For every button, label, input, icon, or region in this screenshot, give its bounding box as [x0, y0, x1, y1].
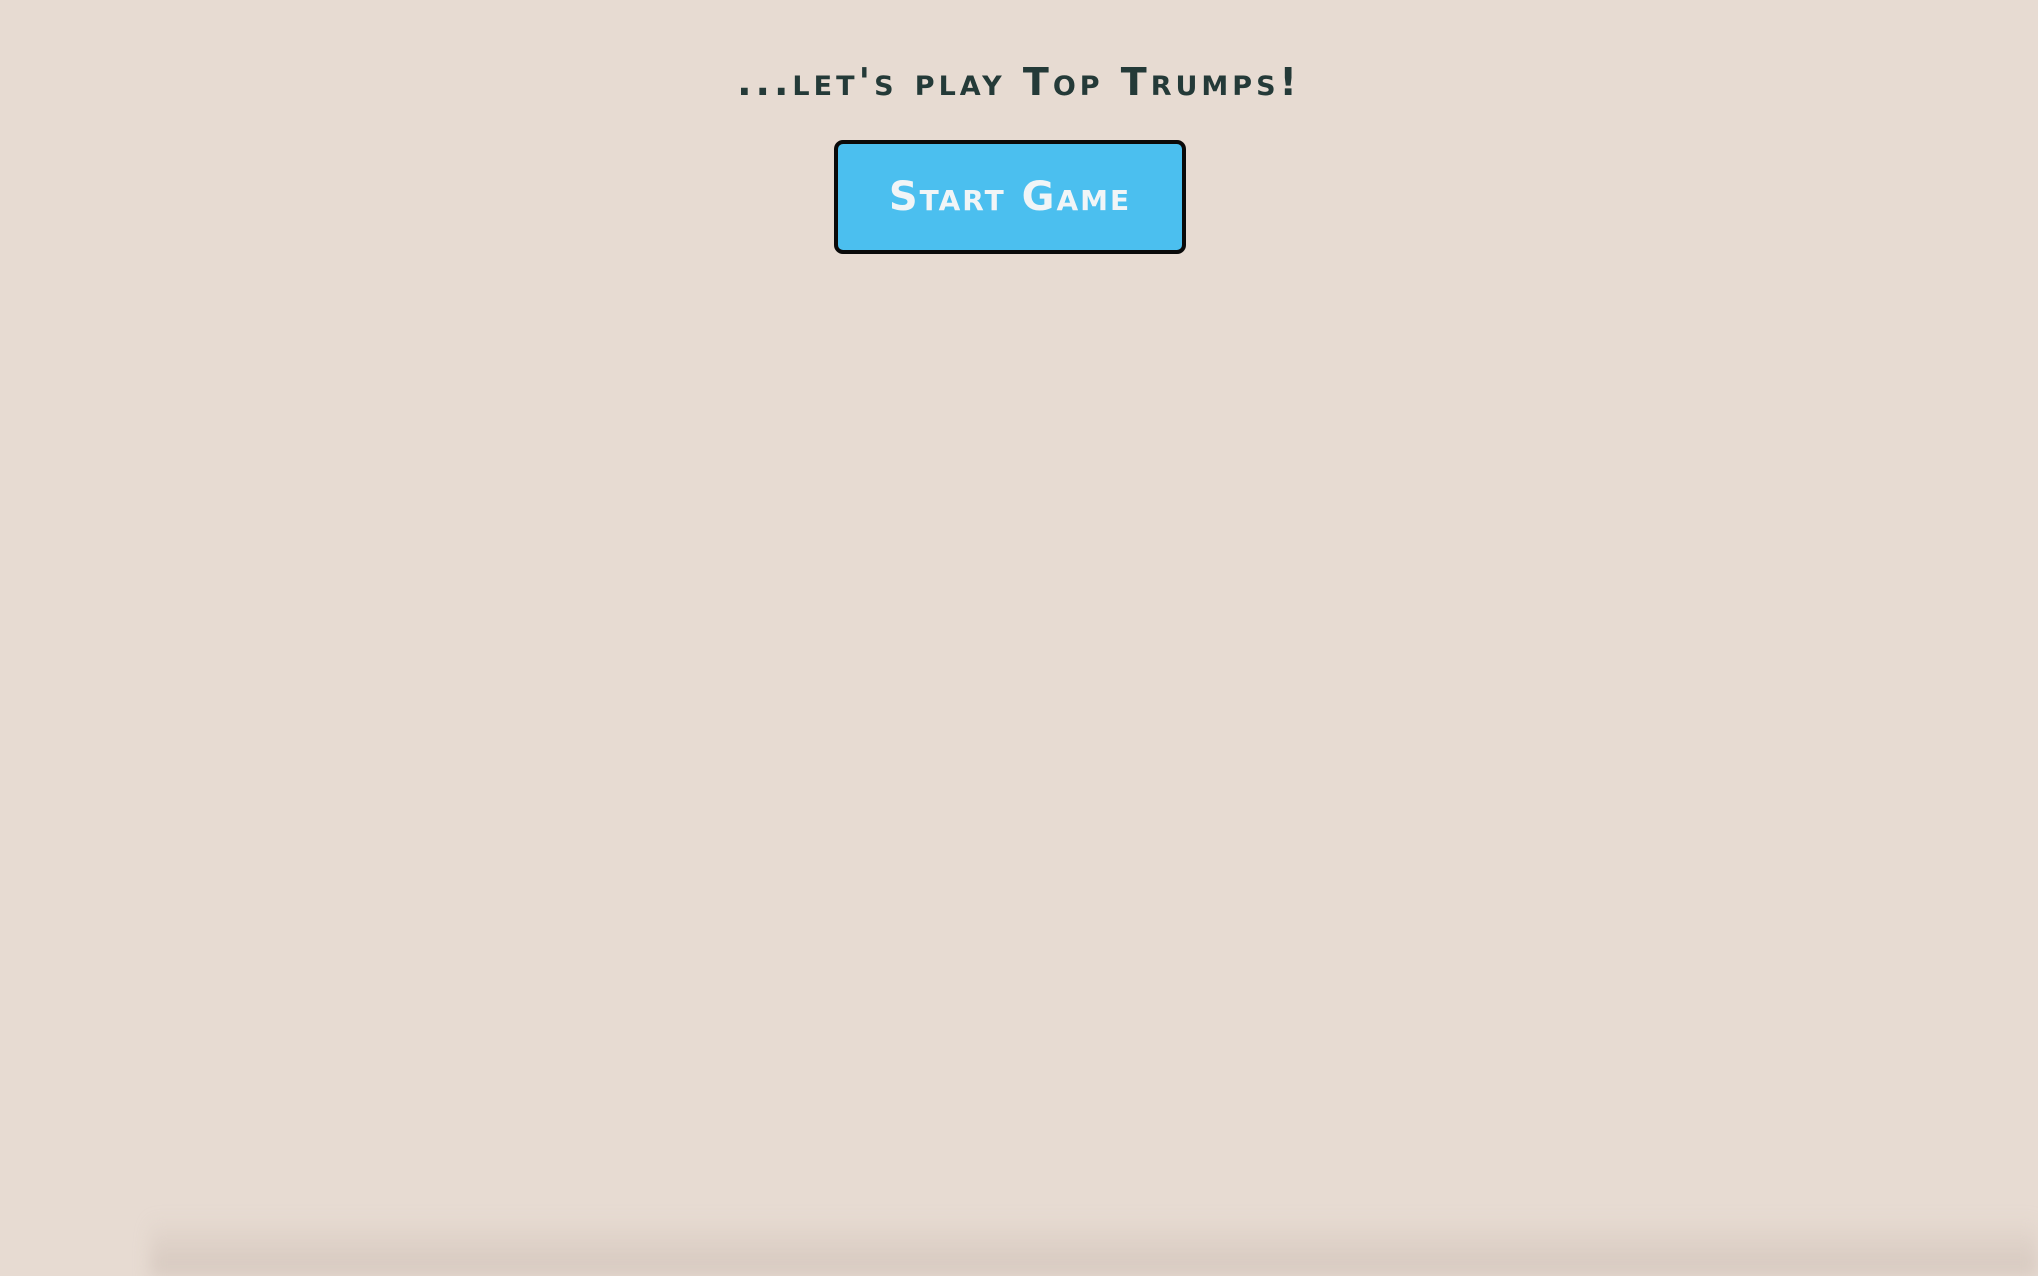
start-game-button[interactable]: Start Game — [834, 140, 1186, 254]
intro-headline: ...let's play Top Trumps! — [737, 60, 1301, 104]
bottom-shadow — [150, 1216, 2038, 1276]
